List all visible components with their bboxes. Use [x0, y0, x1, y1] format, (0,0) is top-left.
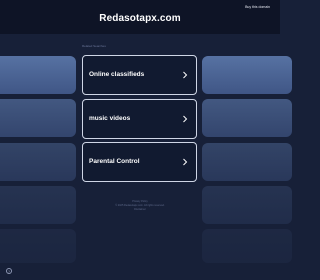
chevron-right-icon: [183, 115, 188, 123]
help-icon[interactable]: ?: [6, 268, 12, 274]
decorative-tile: [202, 99, 292, 137]
decorative-tile: [0, 99, 76, 137]
site-title: Redasotapx.com: [99, 13, 181, 24]
chevron-right-icon: [183, 71, 188, 79]
buy-domain-link[interactable]: Buy this domain: [245, 5, 270, 10]
decorative-tile: [202, 143, 292, 181]
top-bar: Redasotapx.com Buy this domain: [0, 0, 280, 34]
related-link-music-videos[interactable]: music videos: [82, 99, 197, 139]
chevron-right-icon: [183, 158, 188, 166]
decorative-tile: [202, 229, 292, 263]
related-link-online-classifieds[interactable]: Online classifieds: [82, 55, 197, 95]
decorative-tile: [0, 229, 76, 263]
related-link-label: music videos: [89, 115, 131, 122]
related-searches-label: Related Searches: [82, 44, 106, 48]
decorative-tile: [202, 56, 292, 94]
footer: Privacy Policy © 2025 Redasotapx.com. Al…: [0, 200, 280, 212]
decorative-tile: [0, 143, 76, 181]
related-link-label: Parental Control: [89, 158, 140, 165]
related-link-parental-control[interactable]: Parental Control: [82, 142, 197, 182]
disclaimer-link[interactable]: Disclaimer: [0, 208, 280, 212]
related-link-label: Online classifieds: [89, 71, 145, 78]
decorative-tile: [0, 56, 76, 94]
